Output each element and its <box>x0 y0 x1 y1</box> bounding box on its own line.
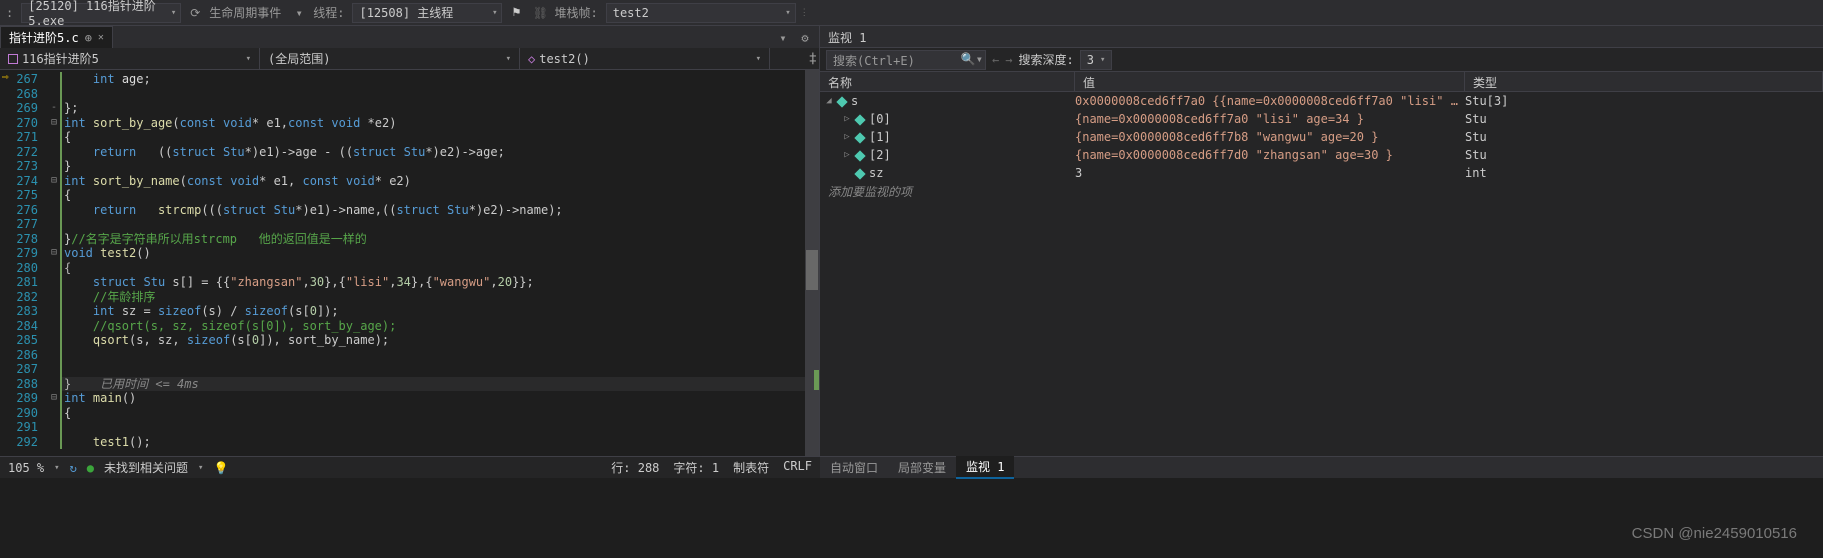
project-icon <box>8 54 18 64</box>
variable-icon <box>855 132 866 143</box>
variable-icon <box>855 150 866 161</box>
refresh-icon[interactable]: ↻ <box>70 461 77 475</box>
watch-row[interactable]: sz 3int <box>820 164 1823 182</box>
depth-label: 搜索深度: <box>1018 51 1073 68</box>
debug-toolbar: : [25120] 116指针进阶5.exe ⟳ 生命周期事件 ▾ 线程: [1… <box>0 0 1823 26</box>
watch-row[interactable]: ▷ [2] {name=0x0000008ced6ff7d0 "zhangsan" … <box>820 146 1823 164</box>
editor-status-bar: 105 % ▾ ↻ ● 未找到相关问题 ▾ 💡 行: 288 字符: 1 制表符… <box>0 456 820 478</box>
nav-split[interactable]: ‡ <box>801 48 819 69</box>
thread-label: 线程: <box>313 4 344 21</box>
issues-ok-icon: ● <box>87 461 94 475</box>
lifecycle-dd-icon[interactable]: ▾ <box>289 3 309 23</box>
depth-dropdown[interactable]: 3▾ <box>1080 50 1113 70</box>
file-tab[interactable]: 指针进阶5.c ⊕ ✕ <box>0 26 113 48</box>
fold-column[interactable]: -⊟⊟⊟⊟ <box>48 70 60 456</box>
process-label: : <box>6 6 13 20</box>
var-name: [1] <box>869 130 891 144</box>
expander-icon[interactable]: ▷ <box>842 132 852 142</box>
header-name[interactable]: 名称 <box>820 72 1075 91</box>
watch-tab-bar: 自动窗口 局部变量 监视 1 <box>820 456 1823 478</box>
tab-autos[interactable]: 自动窗口 <box>820 457 888 478</box>
lifecycle-label: 生命周期事件 <box>209 4 281 21</box>
var-name: s <box>851 94 858 108</box>
add-watch-placeholder[interactable]: 添加要监视的项 <box>820 182 1823 200</box>
var-value: {name=0x0000008ced6ff7b8 "wangwu" age=20… <box>1075 130 1465 144</box>
issues-text[interactable]: 未找到相关问题 <box>104 459 188 476</box>
line-indicator[interactable]: 行: 288 <box>611 459 659 476</box>
light-icon[interactable]: 💡 <box>213 461 228 475</box>
code-content[interactable]: int age;};int sort_by_age(const void* e1… <box>60 70 805 456</box>
nav-scope[interactable]: (全局范围) <box>260 48 520 69</box>
editor-settings-icon[interactable]: ⚙ <box>795 28 815 48</box>
expander-icon[interactable]: ◢ <box>824 96 834 106</box>
expander-icon[interactable]: ▷ <box>842 150 852 160</box>
search-icon[interactable]: 🔍▾ <box>961 52 983 66</box>
var-type: int <box>1465 166 1823 180</box>
variable-icon <box>855 168 866 179</box>
watch-row[interactable]: ▷ [0] {name=0x0000008ced6ff7a0 "lisi" age=… <box>820 110 1823 128</box>
tab-indicator[interactable]: 制表符 <box>733 459 769 476</box>
editor-dropdown-icon[interactable]: ▾ <box>773 28 793 48</box>
nav-project[interactable]: 116指针进阶5 <box>0 48 260 69</box>
line-number-gutter: 2672682692702712722732742752762772782792… <box>0 70 48 456</box>
tab-pin-icon[interactable]: ⊕ <box>85 31 92 45</box>
eol-indicator[interactable]: CRLF <box>783 459 812 476</box>
var-type: Stu <box>1465 112 1823 126</box>
watch-rows: ◢ s 0x0000008ced6ff7a0 {{name=0x0000008ced… <box>820 92 1823 456</box>
var-type: Stu <box>1465 148 1823 162</box>
editor-pane: 指针进阶5.c ⊕ ✕ ▾ ⚙ 116指针进阶5 (全局范围) ◇ test2(… <box>0 26 820 456</box>
split-icon: ‡ <box>809 51 817 67</box>
col-indicator[interactable]: 字符: 1 <box>673 459 719 476</box>
watch-toolbar: 搜索(Ctrl+E) 🔍▾ ← → 搜索深度: 3▾ <box>820 48 1823 72</box>
editor-tab-bar: 指针进阶5.c ⊕ ✕ ▾ ⚙ <box>0 26 819 48</box>
thread-dropdown[interactable]: [12508] 主线程 <box>352 3 502 23</box>
var-type: Stu[3] <box>1465 94 1823 108</box>
flag-icon[interactable]: ⚑ <box>506 3 526 23</box>
function-icon: ◇ <box>528 52 535 66</box>
lifecycle-events-button[interactable]: ⟳ <box>185 3 205 23</box>
race-icon[interactable]: ⛓ <box>530 3 550 23</box>
stackframe-dropdown[interactable]: test2 <box>606 3 796 23</box>
var-type: Stu <box>1465 130 1823 144</box>
var-name: [0] <box>869 112 891 126</box>
variable-icon <box>855 114 866 125</box>
code-nav-bar: 116指针进阶5 (全局范围) ◇ test2() ‡ <box>0 48 819 70</box>
zoom-level[interactable]: 105 % <box>8 461 44 475</box>
watch-row[interactable]: ◢ s 0x0000008ced6ff7a0 {{name=0x0000008ced… <box>820 92 1823 110</box>
watch-pane: 监视 1 搜索(Ctrl+E) 🔍▾ ← → 搜索深度: 3▾ 名称 值 类型 … <box>820 26 1823 456</box>
tab-label: 指针进阶5.c <box>9 29 79 46</box>
variable-icon <box>837 96 848 107</box>
nav-fwd-icon[interactable]: → <box>1005 53 1012 67</box>
stackframe-label: 堆栈帧: <box>554 4 597 21</box>
var-name: [2] <box>869 148 891 162</box>
var-value: 3 <box>1075 166 1465 180</box>
var-value: {name=0x0000008ced6ff7a0 "lisi" age=34 } <box>1075 112 1465 126</box>
watch-search-input[interactable]: 搜索(Ctrl+E) 🔍▾ <box>826 50 986 70</box>
var-value: 0x0000008ced6ff7a0 {{name=0x0000008ced6f… <box>1075 94 1465 108</box>
process-dropdown[interactable]: [25120] 116指针进阶5.exe <box>21 3 181 23</box>
expander-icon[interactable]: ▷ <box>842 114 852 124</box>
close-icon[interactable]: ✕ <box>98 32 104 43</box>
issues-dd-icon[interactable]: ▾ <box>198 463 203 473</box>
tab-locals[interactable]: 局部变量 <box>888 457 956 478</box>
tab-watch1[interactable]: 监视 1 <box>956 456 1014 479</box>
change-marker <box>814 370 819 390</box>
nav-back-icon[interactable]: ← <box>992 53 999 67</box>
watch-title: 监视 1 <box>820 26 1823 48</box>
nav-function[interactable]: ◇ test2() <box>520 48 770 69</box>
code-area[interactable]: 2672682692702712722732742752762772782792… <box>0 70 819 456</box>
var-name: sz <box>869 166 883 180</box>
watch-header: 名称 值 类型 <box>820 72 1823 92</box>
header-value[interactable]: 值 <box>1075 72 1465 91</box>
watermark: CSDN @nie2459010516 <box>1632 525 1797 542</box>
var-value: {name=0x0000008ced6ff7d0 "zhangsan" age=… <box>1075 148 1465 162</box>
current-line-arrow-icon: ⇨ <box>2 70 9 85</box>
zoom-dd-icon[interactable]: ▾ <box>54 463 59 473</box>
header-type[interactable]: 类型 <box>1465 72 1823 91</box>
watch-row[interactable]: ▷ [1] {name=0x0000008ced6ff7b8 "wangwu" ag… <box>820 128 1823 146</box>
separator-icon: ⋮ <box>800 8 809 18</box>
